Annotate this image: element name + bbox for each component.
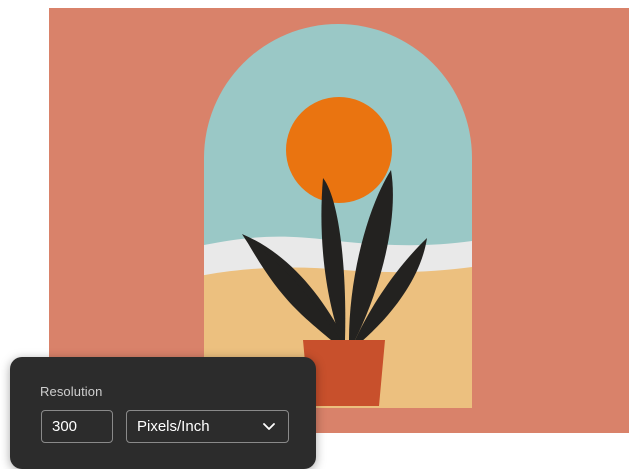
sun-circle (286, 97, 392, 203)
resolution-unit-select[interactable]: Pixels/Inch (126, 410, 289, 443)
resolution-label: Resolution (40, 384, 103, 399)
resolution-input[interactable] (41, 410, 113, 443)
resolution-unit-value: Pixels/Inch (137, 418, 210, 435)
resolution-panel: Resolution Pixels/Inch (10, 357, 316, 469)
chevron-down-icon (262, 420, 276, 434)
